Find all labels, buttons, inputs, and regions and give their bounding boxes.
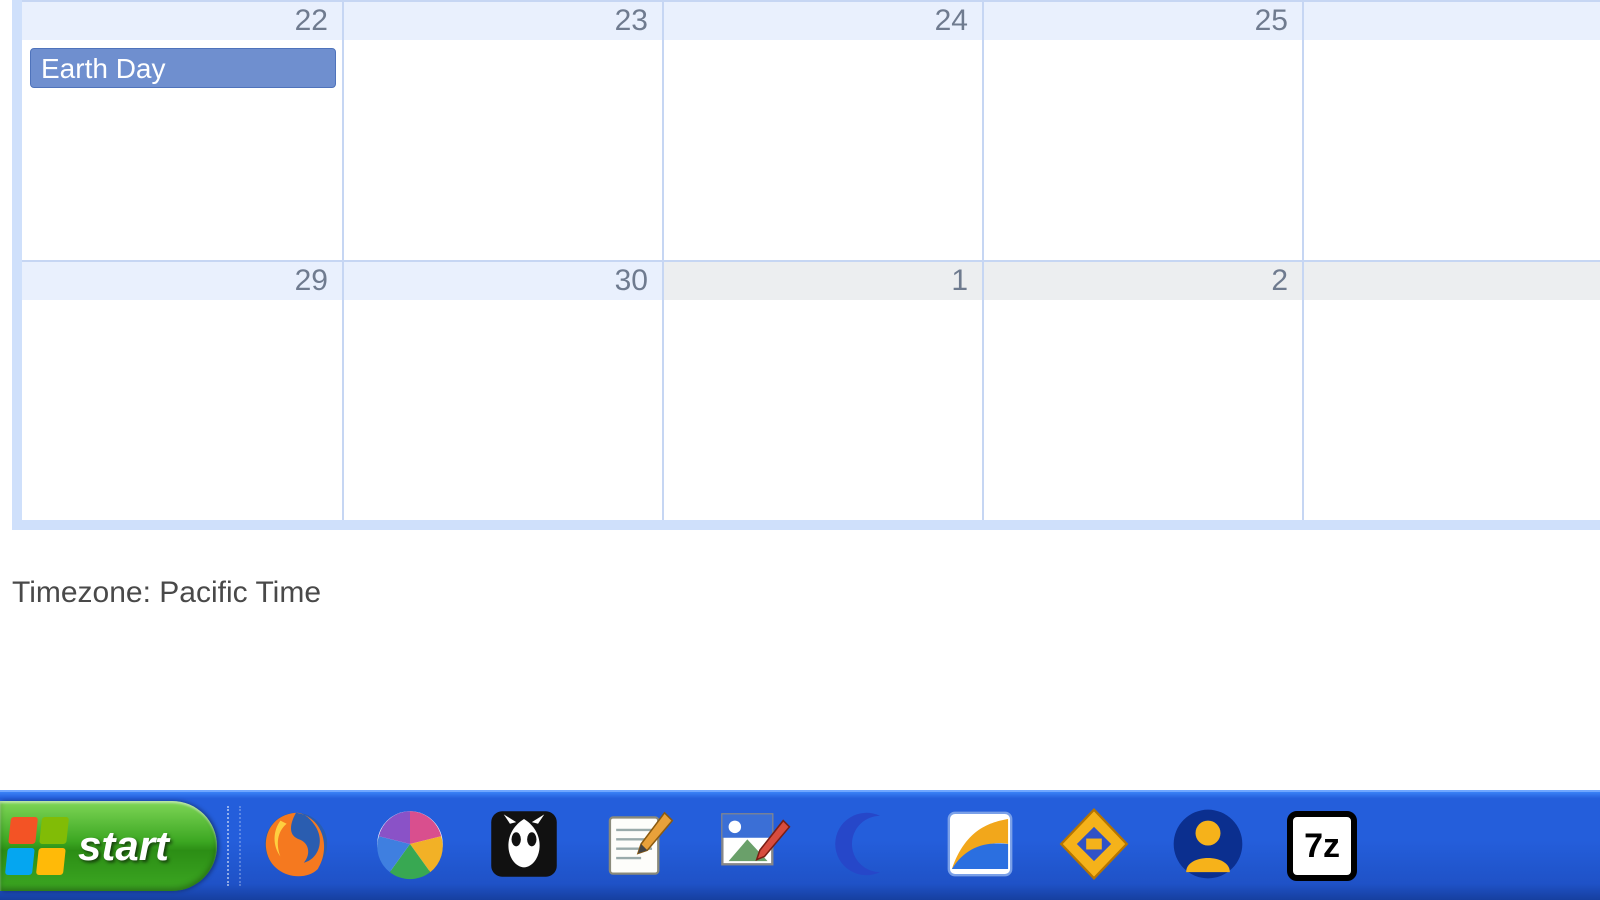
seven-zip-icon: 7z — [1287, 811, 1357, 881]
calendar-cell[interactable]: 24 — [662, 0, 982, 260]
quicklaunch-im-client[interactable] — [1169, 807, 1247, 885]
date-number: 2 — [984, 260, 1302, 300]
date-number: 1 — [664, 260, 982, 300]
timezone-label-text: Timezone: — [12, 576, 159, 609]
date-number — [1304, 0, 1600, 40]
firefox-icon — [257, 805, 335, 888]
start-button-label: start — [78, 822, 169, 870]
quicklaunch-moon[interactable] — [827, 807, 905, 885]
calendar-row: 22 Earth Day 23 24 25 — [22, 0, 1600, 260]
calendar-cell[interactable]: 23 — [342, 0, 662, 260]
calendar-cell[interactable]: 2 — [982, 260, 1302, 520]
calendar-cell[interactable]: 22 Earth Day — [22, 0, 342, 260]
date-number: 30 — [344, 260, 662, 300]
picasa-icon — [371, 805, 449, 888]
calendar-cell[interactable]: 1 — [662, 260, 982, 520]
calendar-cell[interactable]: 29 — [22, 260, 342, 520]
quicklaunch-7zip[interactable]: 7z — [1283, 807, 1361, 885]
date-number — [1304, 260, 1600, 300]
date-number: 22 — [22, 0, 342, 40]
quicklaunch-notepad[interactable] — [599, 807, 677, 885]
start-button[interactable]: start — [0, 801, 217, 891]
timezone-label: Timezone:Pacific Time — [12, 576, 321, 610]
quicklaunch-foobar2000[interactable] — [485, 807, 563, 885]
quicklaunch-bar: 7z — [247, 807, 1361, 885]
calendar-row: 29 30 1 2 — [22, 260, 1600, 520]
quicklaunch-hamachi[interactable] — [1055, 807, 1133, 885]
windows-logo-icon — [5, 817, 69, 875]
quicklaunch-paint[interactable] — [713, 807, 791, 885]
quicklaunch-app-orange[interactable] — [941, 807, 1019, 885]
calendar-event[interactable]: Earth Day — [30, 48, 336, 88]
swoosh-app-icon — [941, 805, 1019, 888]
timezone-value: Pacific Time — [159, 576, 321, 609]
date-number: 29 — [22, 260, 342, 300]
person-icon — [1169, 805, 1247, 888]
calendar-cell[interactable] — [1302, 0, 1600, 260]
quicklaunch-picasa[interactable] — [371, 807, 449, 885]
taskbar: start — [0, 790, 1600, 900]
calendar-cell[interactable]: 30 — [342, 260, 662, 520]
notepad-icon — [599, 805, 677, 888]
date-number: 23 — [344, 0, 662, 40]
calendar-grid: 22 Earth Day 23 24 25 29 30 — [12, 0, 1600, 530]
foobar2000-icon — [485, 805, 563, 888]
calendar-cell[interactable]: 25 — [982, 0, 1302, 260]
date-number: 24 — [664, 0, 982, 40]
quicklaunch-firefox[interactable] — [257, 807, 335, 885]
crescent-moon-icon — [827, 805, 905, 888]
date-number: 25 — [984, 0, 1302, 40]
paint-icon — [713, 805, 791, 888]
seven-zip-label: 7z — [1304, 827, 1340, 866]
hamachi-icon — [1055, 805, 1133, 888]
calendar-container: 22 Earth Day 23 24 25 29 30 — [12, 0, 1600, 530]
calendar-cell[interactable] — [1302, 260, 1600, 520]
quicklaunch-separator — [227, 806, 241, 886]
